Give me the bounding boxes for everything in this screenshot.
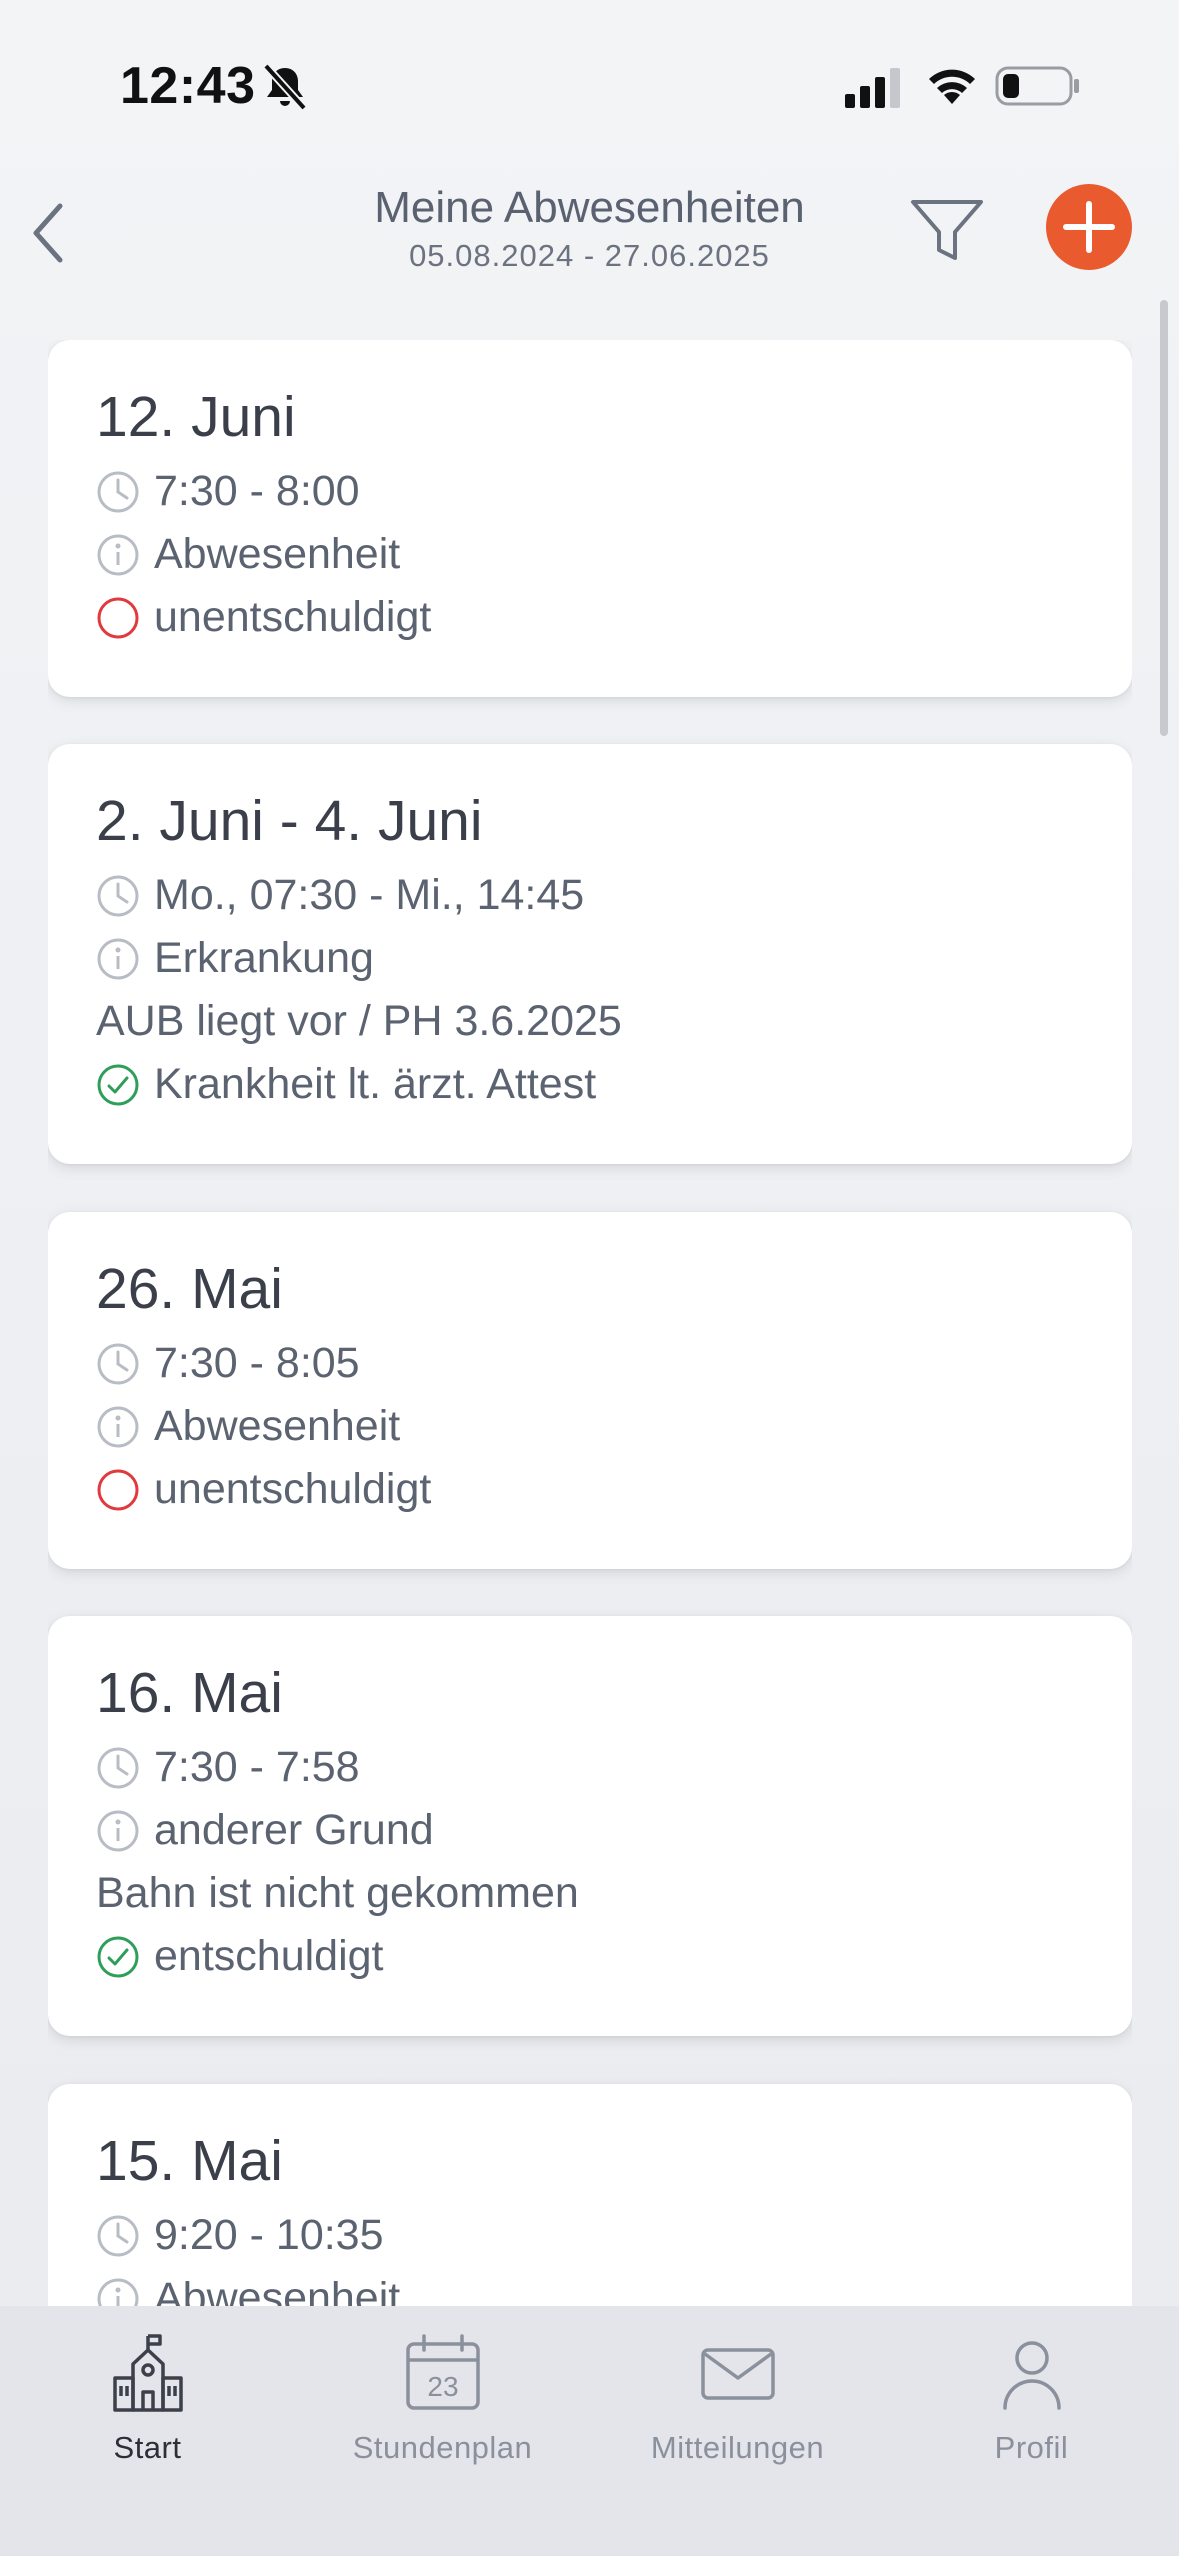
- absence-time-row: Mo., 07:30 - Mi., 14:45: [96, 864, 1084, 927]
- tab-mitteilungen[interactable]: Mitteilungen: [590, 2306, 885, 2556]
- absence-list[interactable]: 12. Juni 7:30 - 8:00 Abwesenheit unentsc…: [48, 340, 1132, 2306]
- absence-status: unentschuldigt: [154, 1465, 432, 1513]
- clock-icon: [97, 2215, 139, 2256]
- clock-icon: [97, 471, 139, 512]
- absence-status-row: unentschuldigt: [96, 1458, 1084, 1521]
- plus-icon: [1063, 201, 1115, 253]
- absence-reason: Abwesenheit: [154, 530, 401, 578]
- absence-card[interactable]: 12. Juni 7:30 - 8:00 Abwesenheit unentsc…: [48, 340, 1132, 697]
- filter-icon[interactable]: [905, 188, 989, 272]
- tab-stundenplan[interactable]: 23 Stundenplan: [295, 2306, 590, 2556]
- absence-reason: Erkrankung: [154, 934, 374, 982]
- absence-status-row: Krankheit lt. ärzt. Attest: [96, 1053, 1084, 1116]
- status-bar: 12:43: [0, 0, 1179, 170]
- absence-time: Mo., 07:30 - Mi., 14:45: [154, 871, 585, 919]
- info-icon: [97, 1406, 139, 1447]
- info-icon: [97, 534, 139, 575]
- add-absence-button[interactable]: [1046, 184, 1132, 270]
- calendar-icon: 23: [405, 2334, 480, 2410]
- check-circle-icon: [97, 1064, 139, 1105]
- clock-icon: [97, 1343, 139, 1384]
- clock-icon: [97, 875, 139, 916]
- unexcused-circle-icon: [97, 1469, 139, 1510]
- calendar-day: 23: [427, 2371, 458, 2402]
- absence-time: 7:30 - 8:00: [154, 467, 360, 515]
- absence-reason-row: Abwesenheit: [96, 523, 1084, 586]
- absence-time-row: 7:30 - 8:05: [96, 1332, 1084, 1395]
- unexcused-circle-icon: [97, 597, 139, 638]
- info-icon: [97, 1810, 139, 1851]
- absence-date: 15. Mai: [96, 2129, 283, 2193]
- school-icon: [112, 2334, 183, 2412]
- absence-reason-row: anderer Grund: [96, 1799, 1084, 1862]
- absence-reason: Abwesenheit: [154, 2274, 401, 2306]
- page-title: Meine Abwesenheiten: [374, 183, 805, 232]
- absence-reason-row: Erkrankung: [96, 927, 1084, 990]
- info-icon: [97, 2278, 139, 2306]
- nav-header: Meine Abwesenheiten 05.08.2024 - 27.06.2…: [0, 170, 1179, 320]
- absence-time: 9:20 - 10:35: [154, 2211, 384, 2259]
- absence-date: 16. Mai: [96, 1661, 283, 1725]
- absence-time-row: 7:30 - 8:00: [96, 460, 1084, 523]
- tab-label: Start: [113, 2430, 182, 2465]
- absence-note: AUB liegt vor / PH 3.6.2025: [96, 997, 622, 1045]
- tab-label: Stundenplan: [352, 2430, 533, 2465]
- absence-reason-row: Abwesenheit: [96, 1395, 1084, 1458]
- absence-reason-row: Abwesenheit: [96, 2267, 1084, 2306]
- tab-profil[interactable]: Profil: [884, 2306, 1179, 2556]
- check-circle-icon: [97, 1936, 139, 1977]
- absence-card[interactable]: 26. Mai 7:30 - 8:05 Abwesenheit unentsch…: [48, 1212, 1132, 1569]
- wifi-icon: [929, 69, 975, 104]
- absence-time-row: 9:20 - 10:35: [96, 2204, 1084, 2267]
- absence-status: Krankheit lt. ärzt. Attest: [154, 1060, 597, 1108]
- absence-reason: Abwesenheit: [154, 1402, 401, 1450]
- tab-label: Profil: [994, 2430, 1069, 2465]
- clock-icon: [97, 1747, 139, 1788]
- absence-date: 2. Juni - 4. Juni: [96, 789, 483, 853]
- tab-label: Mitteilungen: [650, 2430, 825, 2465]
- date-range: 05.08.2024 - 27.06.2025: [409, 238, 770, 273]
- absence-time: 7:30 - 8:05: [154, 1339, 360, 1387]
- absence-card[interactable]: 2. Juni - 4. Juni Mo., 07:30 - Mi., 14:4…: [48, 744, 1132, 1164]
- tab-start[interactable]: Start: [0, 2306, 295, 2556]
- absence-card[interactable]: 16. Mai 7:30 - 7:58 anderer Grund Bahn i…: [48, 1616, 1132, 2036]
- battery-icon: [995, 66, 1079, 106]
- absence-time: 7:30 - 7:58: [154, 1743, 360, 1791]
- bell-muted-icon: [263, 63, 307, 111]
- absence-date: 26. Mai: [96, 1257, 283, 1321]
- absence-status: unentschuldigt: [154, 593, 432, 641]
- absence-card[interactable]: 15. Mai 9:20 - 10:35 Abwesenheit: [48, 2084, 1132, 2306]
- envelope-icon: [700, 2348, 775, 2400]
- absence-reason: anderer Grund: [154, 1806, 434, 1854]
- absence-date: 12. Juni: [96, 385, 296, 449]
- scrollbar[interactable]: [1160, 300, 1168, 736]
- absence-status-row: unentschuldigt: [96, 586, 1084, 649]
- title-block: Meine Abwesenheiten 05.08.2024 - 27.06.2…: [300, 180, 879, 276]
- person-icon: [1002, 2341, 1061, 2410]
- absence-time-row: 7:30 - 7:58: [96, 1736, 1084, 1799]
- absence-status-row: entschuldigt: [96, 1925, 1084, 1988]
- cellular-signal-icon: [845, 68, 900, 108]
- tab-bar: Start 23 Stundenplan Mitteilungen Profil: [0, 2306, 1179, 2556]
- absence-note: Bahn ist nicht gekommen: [96, 1869, 579, 1917]
- absence-status: entschuldigt: [154, 1932, 384, 1980]
- status-time: 12:43: [120, 57, 256, 115]
- back-chevron-icon[interactable]: [20, 188, 90, 278]
- info-icon: [97, 938, 139, 979]
